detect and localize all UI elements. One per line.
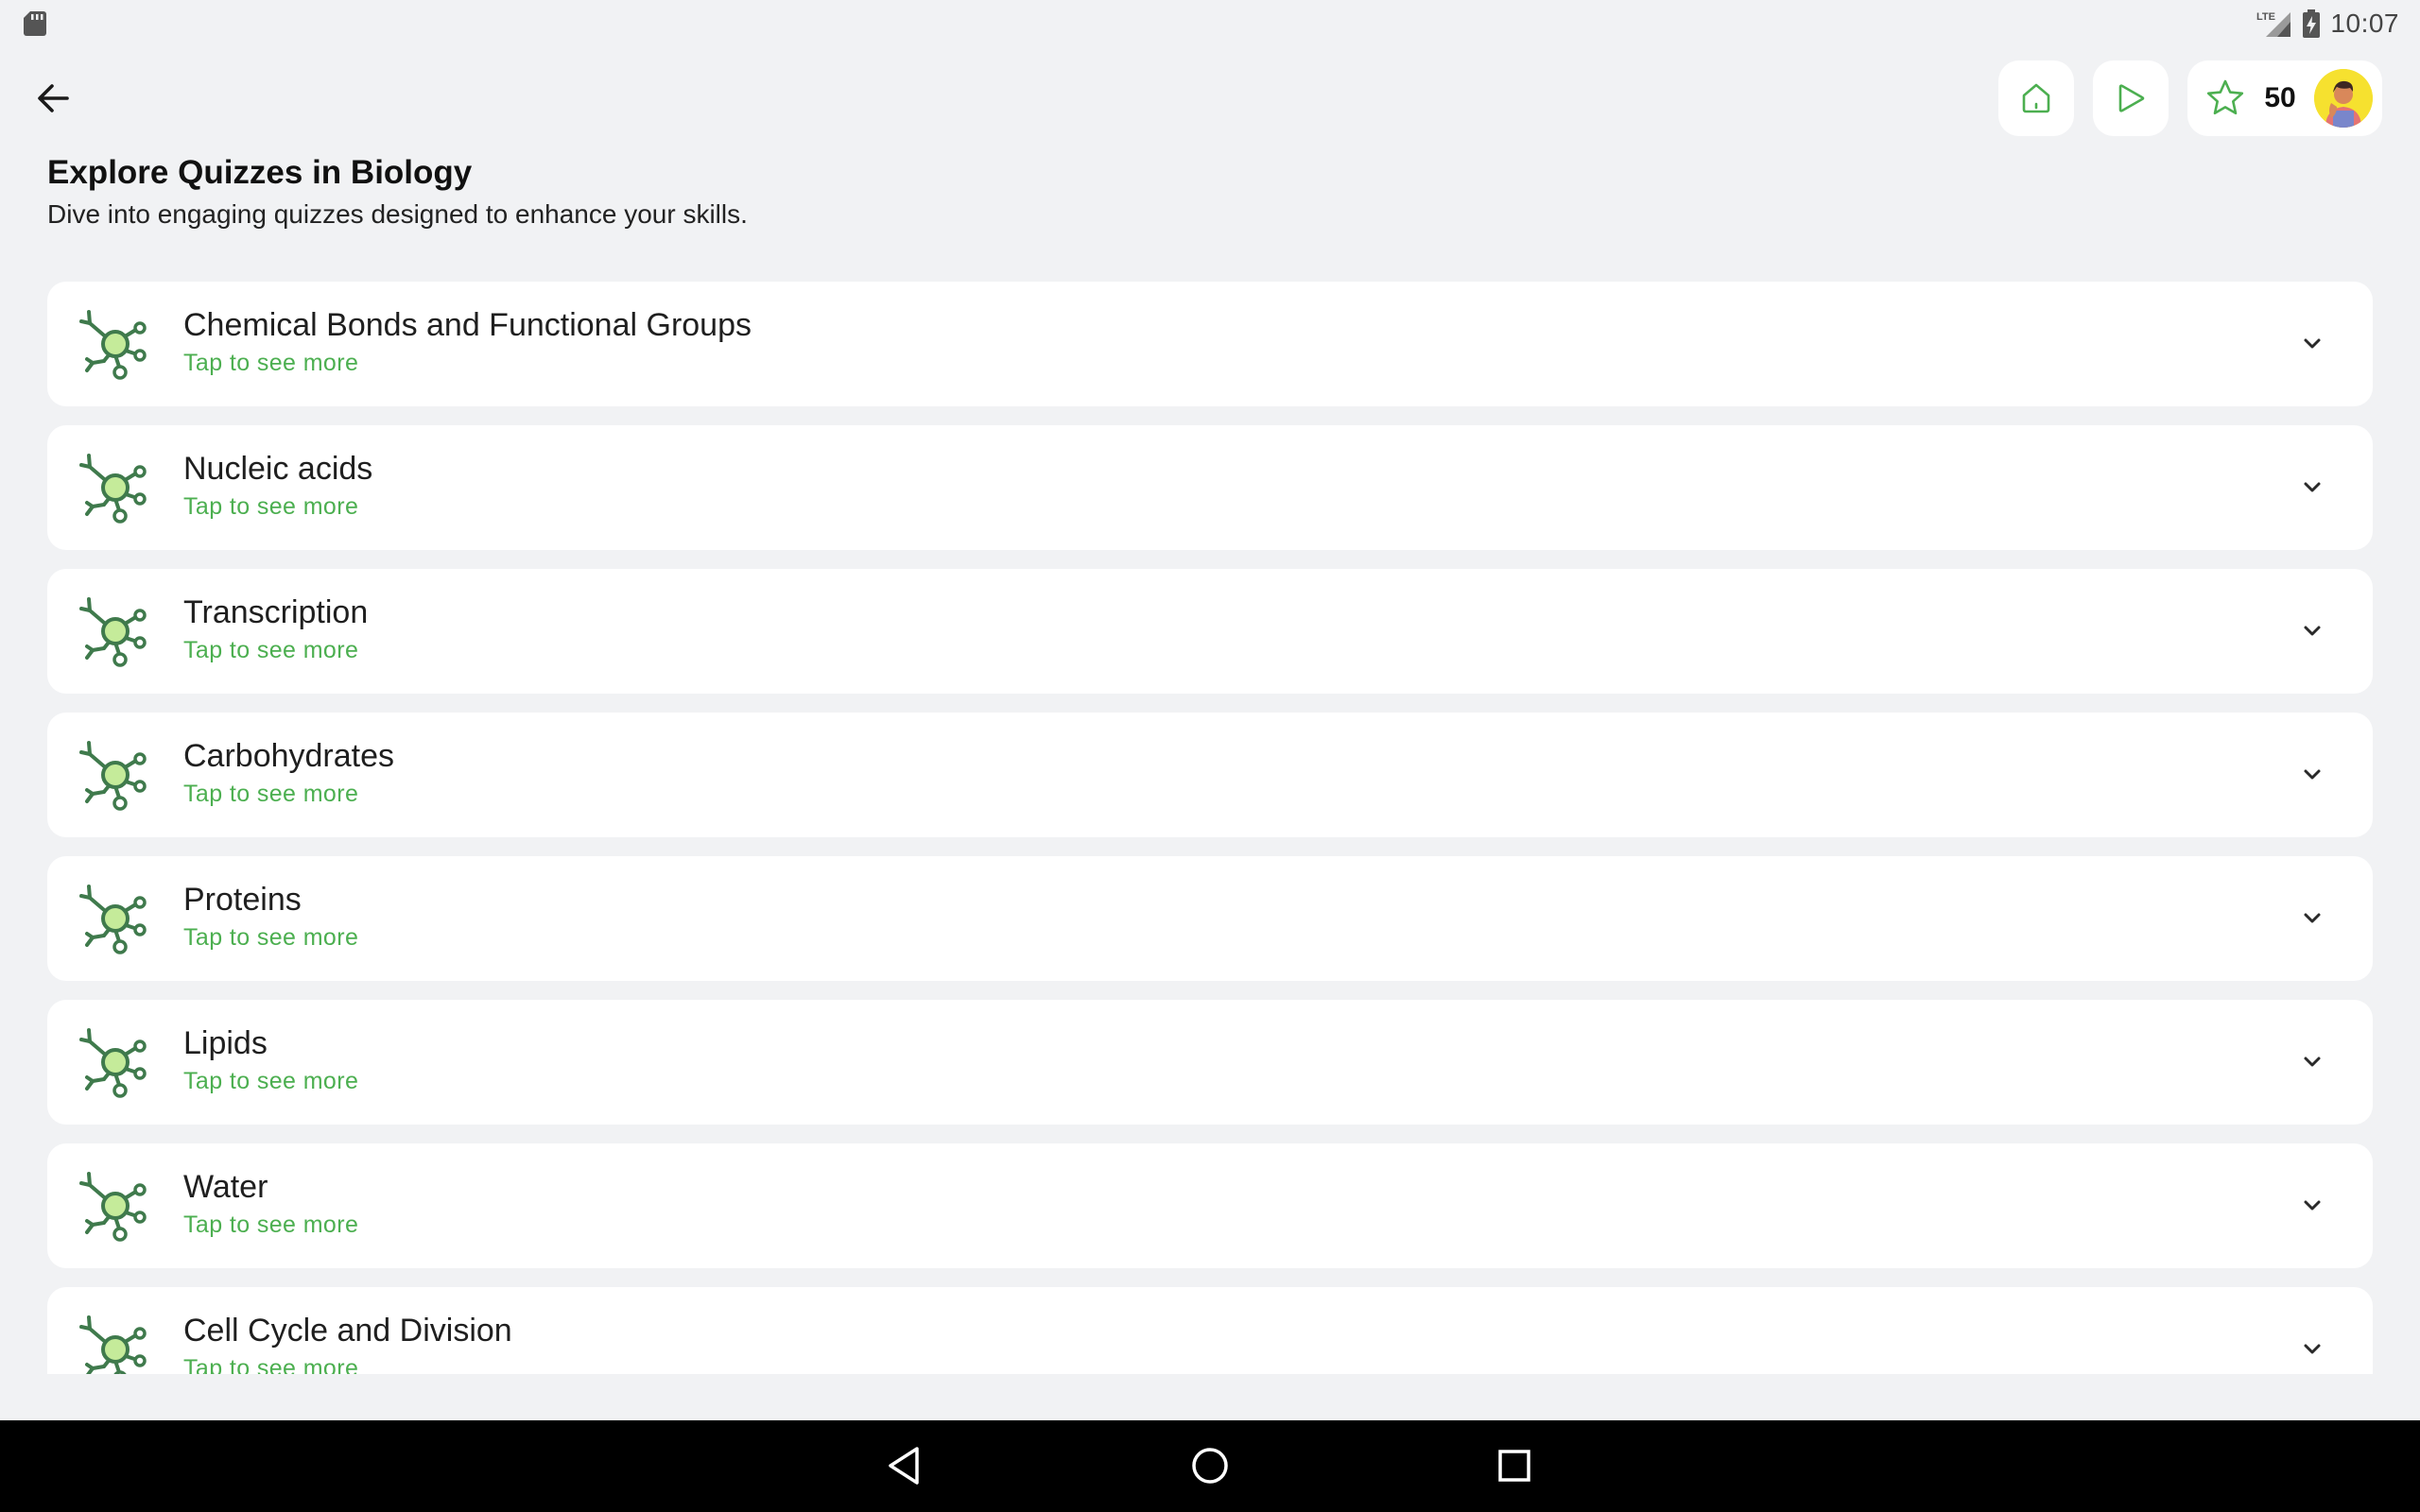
points-badge[interactable]: 50 <box>2187 60 2382 136</box>
quiz-title: Transcription <box>183 594 369 630</box>
quiz-card[interactable]: Nucleic acids Tap to see more <box>47 425 2373 550</box>
quiz-card-text: Lipids Tap to see more <box>183 1024 358 1096</box>
user-avatar-icon <box>2314 69 2373 128</box>
svg-text:LTE: LTE <box>2256 11 2275 23</box>
chevron-down-icon[interactable] <box>2297 1047 2327 1077</box>
molecule-icon <box>79 885 147 954</box>
quiz-card[interactable]: Water Tap to see more <box>47 1143 2373 1268</box>
quiz-card-text: Carbohydrates Tap to see more <box>183 737 394 809</box>
play-button[interactable] <box>2093 60 2169 136</box>
nav-back-icon[interactable] <box>879 1441 928 1490</box>
molecule-icon <box>79 310 147 380</box>
quiz-card[interactable]: Cell Cycle and Division Tap to see more <box>47 1287 2373 1374</box>
chevron-down-icon[interactable] <box>2297 616 2327 646</box>
chevron-down-icon[interactable] <box>2297 1334 2327 1365</box>
home-icon <box>2022 83 2050 113</box>
lte-signal-icon: LTE <box>2256 11 2291 37</box>
quiz-title: Cell Cycle and Division <box>183 1313 512 1349</box>
star-icon <box>2206 79 2244 115</box>
quiz-card[interactable]: Proteins Tap to see more <box>47 856 2373 981</box>
molecule-icon <box>79 1315 147 1374</box>
molecule-icon <box>79 454 147 524</box>
quiz-card-text: Transcription Tap to see more <box>183 593 368 665</box>
quiz-card[interactable]: Chemical Bonds and Functional Groups Tap… <box>47 282 2373 406</box>
quiz-card-text: Proteins Tap to see more <box>183 881 358 953</box>
status-bar: LTE 10:07 <box>0 0 2420 47</box>
play-icon <box>2118 84 2145 112</box>
quiz-subtitle: Tap to see more <box>183 1068 359 1094</box>
arrow-left-icon <box>38 84 69 112</box>
quiz-card-text: Chemical Bonds and Functional Groups Tap… <box>183 306 752 378</box>
screen: LTE 10:07 50 Explore Quizzes in Biology … <box>0 0 2420 1512</box>
page-subtitle: Dive into engaging quizzes designed to e… <box>47 199 748 229</box>
battery-charging-icon <box>2303 9 2321 38</box>
quiz-subtitle: Tap to see more <box>183 637 359 663</box>
home-button[interactable] <box>1998 60 2074 136</box>
avatar[interactable] <box>2314 69 2373 128</box>
quiz-title: Carbohydrates <box>183 738 395 774</box>
status-time: 10:07 <box>2330 9 2399 38</box>
quiz-card[interactable]: Lipids Tap to see more <box>47 1000 2373 1125</box>
quiz-subtitle: Tap to see more <box>183 781 359 807</box>
back-button[interactable] <box>28 74 78 123</box>
chevron-down-icon[interactable] <box>2297 1191 2327 1221</box>
quiz-card[interactable]: Transcription Tap to see more <box>47 569 2373 694</box>
molecule-icon <box>79 597 147 667</box>
quiz-card[interactable]: Carbohydrates Tap to see more <box>47 713 2373 837</box>
quiz-subtitle: Tap to see more <box>183 1355 359 1374</box>
molecule-icon <box>79 1028 147 1098</box>
molecule-icon <box>79 741 147 811</box>
quiz-card-text: Water Tap to see more <box>183 1168 358 1240</box>
chevron-down-icon[interactable] <box>2297 472 2327 503</box>
sd-card-icon <box>24 11 46 36</box>
navigation-bar <box>0 1420 2420 1512</box>
top-actions: 50 <box>1998 60 2382 136</box>
quiz-subtitle: Tap to see more <box>183 924 359 951</box>
quiz-title: Proteins <box>183 882 302 918</box>
quiz-title: Water <box>183 1169 268 1205</box>
quiz-title: Chemical Bonds and Functional Groups <box>183 307 752 343</box>
quiz-title: Nucleic acids <box>183 451 373 487</box>
quiz-card-text: Cell Cycle and Division Tap to see more <box>183 1312 512 1374</box>
chevron-down-icon[interactable] <box>2297 903 2327 934</box>
status-icons: LTE 10:07 <box>2256 9 2399 39</box>
quiz-title: Lipids <box>183 1025 268 1061</box>
quiz-list[interactable]: Chemical Bonds and Functional Groups Tap… <box>47 282 2373 1374</box>
quiz-subtitle: Tap to see more <box>183 350 359 376</box>
quiz-subtitle: Tap to see more <box>183 1211 359 1238</box>
nav-recents-icon[interactable] <box>1490 1441 1539 1490</box>
chevron-down-icon[interactable] <box>2297 760 2327 790</box>
quiz-card-text: Nucleic acids Tap to see more <box>183 450 372 522</box>
page-title: Explore Quizzes in Biology <box>47 154 473 191</box>
chevron-down-icon[interactable] <box>2297 329 2327 359</box>
quiz-subtitle: Tap to see more <box>183 493 359 520</box>
points-value: 50 <box>2264 82 2296 113</box>
molecule-icon <box>79 1172 147 1242</box>
nav-home-icon[interactable] <box>1185 1441 1235 1490</box>
